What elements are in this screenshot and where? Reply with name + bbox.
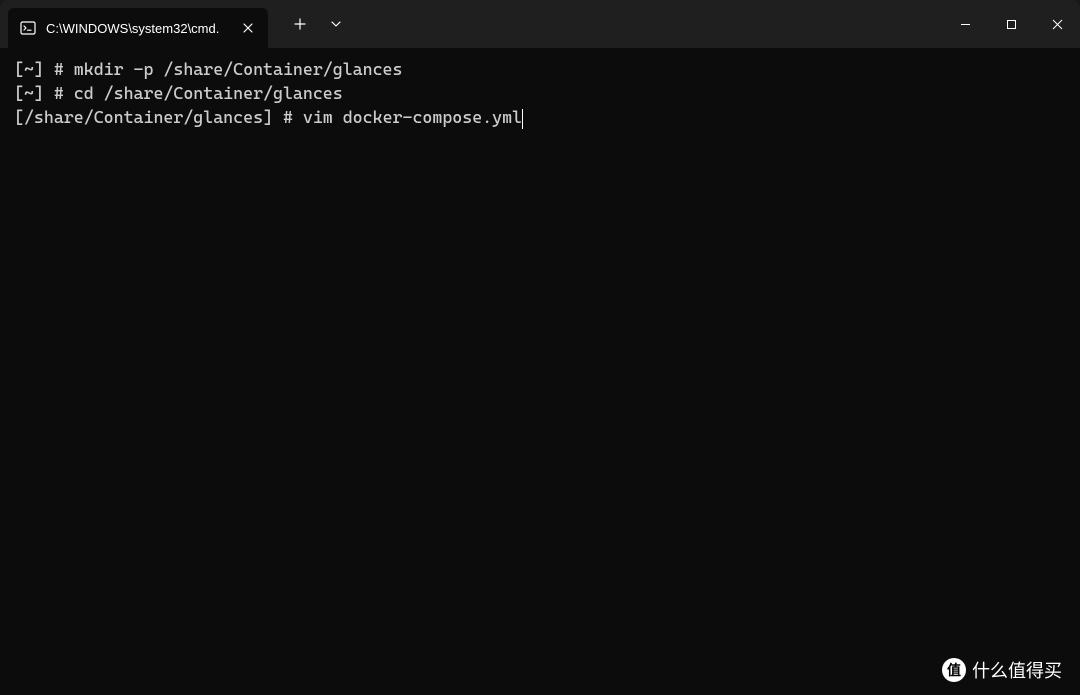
terminal-line: [~] # cd /share/Container/glances [14, 82, 1066, 106]
titlebar: C:\WINDOWS\system32\cmd. [0, 0, 1080, 48]
maximize-button[interactable] [988, 0, 1034, 48]
active-tab[interactable]: C:\WINDOWS\system32\cmd. [8, 8, 268, 48]
minimize-button[interactable] [942, 0, 988, 48]
command: vim docker-compose.yml [303, 107, 522, 127]
prompt: [/share/Container/glances] # [14, 107, 303, 127]
cursor [522, 109, 523, 129]
terminal-line: [~] # mkdir -p /share/Container/glances [14, 58, 1066, 82]
watermark: 值 什么值得买 [942, 657, 1062, 683]
tab-dropdown-button[interactable] [320, 8, 352, 40]
titlebar-actions [268, 0, 352, 48]
new-tab-button[interactable] [284, 8, 316, 40]
terminal-output[interactable]: [~] # mkdir -p /share/Container/glances … [0, 48, 1080, 695]
prompt: [~] # [14, 83, 74, 103]
terminal-line: [/share/Container/glances] # vim docker-… [14, 106, 1066, 130]
watermark-text: 什么值得买 [972, 657, 1062, 683]
tab-close-button[interactable] [238, 18, 258, 38]
window-controls [942, 0, 1080, 48]
command: mkdir -p /share/Container/glances [74, 59, 403, 79]
close-button[interactable] [1034, 0, 1080, 48]
terminal-window: C:\WINDOWS\system32\cmd. [0, 0, 1080, 695]
prompt: [~] # [14, 59, 74, 79]
cmd-icon [20, 20, 36, 36]
watermark-badge: 值 [942, 658, 966, 682]
tab-title: C:\WINDOWS\system32\cmd. [46, 21, 228, 36]
command: cd /share/Container/glances [74, 83, 343, 103]
